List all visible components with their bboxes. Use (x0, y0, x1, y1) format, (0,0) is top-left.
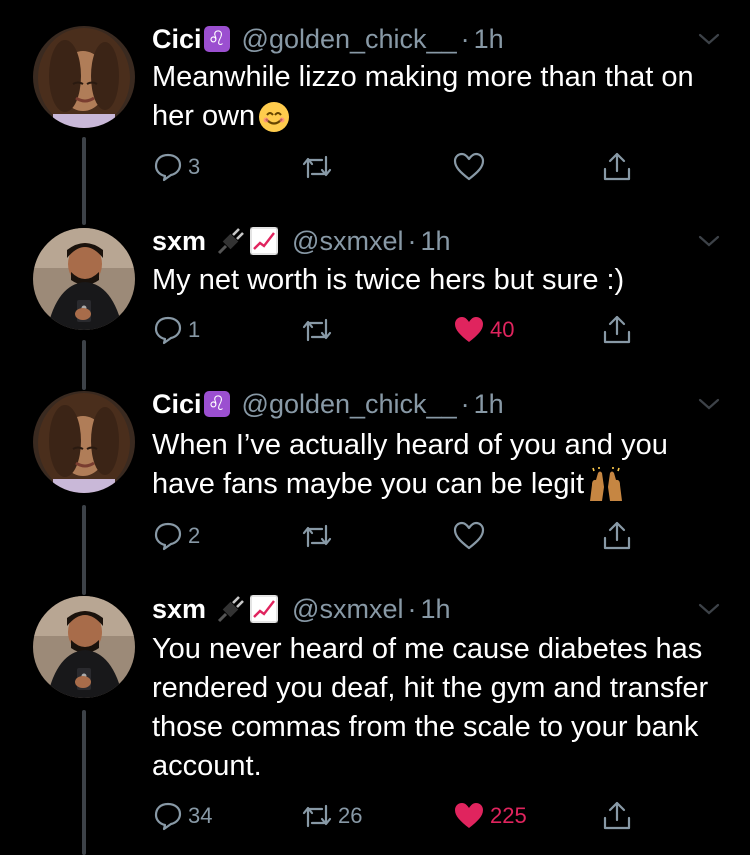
share-icon (603, 152, 631, 181)
avatar[interactable] (33, 26, 135, 128)
share-icon (603, 521, 631, 550)
avatar[interactable] (33, 596, 135, 698)
separator-dot: · (460, 389, 470, 419)
tweet[interactable]: sxm @sxmxel · 1h My net worth is twice h… (0, 200, 750, 365)
like-count: 40 (490, 317, 515, 342)
display-name[interactable]: Cici (152, 387, 202, 421)
tweet[interactable]: sxm @sxmxel · 1h You never heard of me c… (0, 570, 750, 855)
tweet-text-content: You never heard of me cause diabetes has… (152, 633, 709, 782)
reply-icon (154, 316, 182, 345)
retweet-icon (302, 155, 332, 179)
leo-zodiac-icon: ♌ (203, 26, 230, 52)
raised-hands-icon (590, 467, 623, 502)
reply-icon (154, 802, 182, 831)
tweet-text: My net worth is twice hers but sure :) (152, 261, 727, 300)
share-icon (603, 315, 631, 344)
tweet-actions: 3 (152, 147, 652, 187)
separator-dot: · (460, 24, 470, 54)
plug-icon (217, 228, 244, 255)
retweet-button[interactable]: 26 (300, 796, 362, 836)
tweet-actions: 1 40 (152, 310, 652, 350)
reply-icon (154, 153, 182, 182)
tweet-actions: 2 (152, 516, 652, 556)
heart-outline-icon (453, 152, 485, 181)
timestamp[interactable]: 1h (420, 592, 450, 626)
like-button[interactable]: 40 (452, 310, 514, 350)
heart-outline-icon (453, 521, 485, 550)
reply-button[interactable]: 1 (152, 310, 200, 350)
tweet-header: Cici ♌ @golden_chick__ · 1h (152, 22, 504, 56)
share-button[interactable] (600, 796, 634, 836)
reply-count: 2 (188, 523, 201, 548)
reply-icon (154, 522, 182, 551)
separator-dot: · (407, 226, 417, 256)
username-handle[interactable]: @golden_chick__ (242, 22, 457, 56)
smiling-face-icon (259, 102, 290, 133)
tweet-header: sxm @sxmxel · 1h (152, 224, 451, 258)
tweet-text: You never heard of me cause diabetes has… (152, 630, 727, 786)
like-button[interactable] (452, 516, 490, 556)
chart-increasing-icon (250, 227, 279, 255)
tweet[interactable]: Cici ♌ @golden_chick__ · 1h Meanwhile li… (0, 0, 750, 200)
like-button[interactable]: 225 (452, 796, 527, 836)
retweet-button[interactable] (300, 147, 338, 187)
share-icon (603, 801, 631, 830)
timestamp[interactable]: 1h (420, 224, 450, 258)
display-name[interactable]: sxm (152, 224, 206, 258)
tweet-text: Meanwhile lizzo making more than that on… (152, 58, 727, 136)
tweet-text: When I’ve actually heard of you and you … (152, 426, 727, 504)
chevron-down-icon[interactable] (696, 391, 722, 417)
like-count: 225 (490, 803, 527, 828)
chevron-down-icon[interactable] (696, 228, 722, 254)
reply-button[interactable]: 3 (152, 147, 200, 187)
reply-count: 3 (188, 154, 201, 179)
username-handle[interactable]: @golden_chick__ (242, 387, 457, 421)
separator-dot: · (407, 594, 417, 624)
tweet-text-content: My net worth is twice hers but sure :) (152, 264, 625, 296)
retweet-icon (302, 804, 332, 828)
chevron-down-icon[interactable] (696, 596, 722, 622)
tweet-header: sxm @sxmxel · 1h (152, 592, 451, 626)
username-handle[interactable]: @sxmxel (292, 592, 403, 626)
plug-icon (217, 596, 244, 623)
tweet-actions: 34 26 225 (152, 796, 652, 836)
tweet-text-content: Meanwhile lizzo making more than that on… (152, 61, 694, 132)
display-name[interactable]: Cici (152, 22, 202, 56)
username-handle[interactable]: @sxmxel (292, 224, 403, 258)
retweet-count: 26 (338, 803, 363, 828)
share-button[interactable] (600, 147, 634, 187)
tweet-header: Cici ♌ @golden_chick__ · 1h (152, 387, 504, 421)
reply-count: 1 (188, 317, 201, 342)
chart-increasing-icon (250, 595, 279, 623)
heart-filled-icon (455, 317, 483, 342)
retweet-button[interactable] (300, 310, 338, 350)
like-button[interactable] (452, 147, 490, 187)
heart-filled-icon (455, 803, 483, 828)
retweet-icon (302, 524, 332, 548)
reply-count: 34 (188, 803, 213, 828)
avatar[interactable] (33, 228, 135, 330)
timestamp[interactable]: 1h (474, 22, 504, 56)
chevron-down-icon[interactable] (696, 26, 722, 52)
share-button[interactable] (600, 310, 634, 350)
tweet[interactable]: Cici ♌ @golden_chick__ · 1h When I’ve ac… (0, 365, 750, 570)
leo-zodiac-icon: ♌ (203, 391, 230, 417)
retweet-icon (302, 318, 332, 342)
timestamp[interactable]: 1h (474, 387, 504, 421)
reply-button[interactable]: 2 (152, 516, 200, 556)
avatar[interactable] (33, 391, 135, 493)
share-button[interactable] (600, 516, 634, 556)
reply-button[interactable]: 34 (152, 796, 212, 836)
display-name[interactable]: sxm (152, 592, 206, 626)
retweet-button[interactable] (300, 516, 338, 556)
